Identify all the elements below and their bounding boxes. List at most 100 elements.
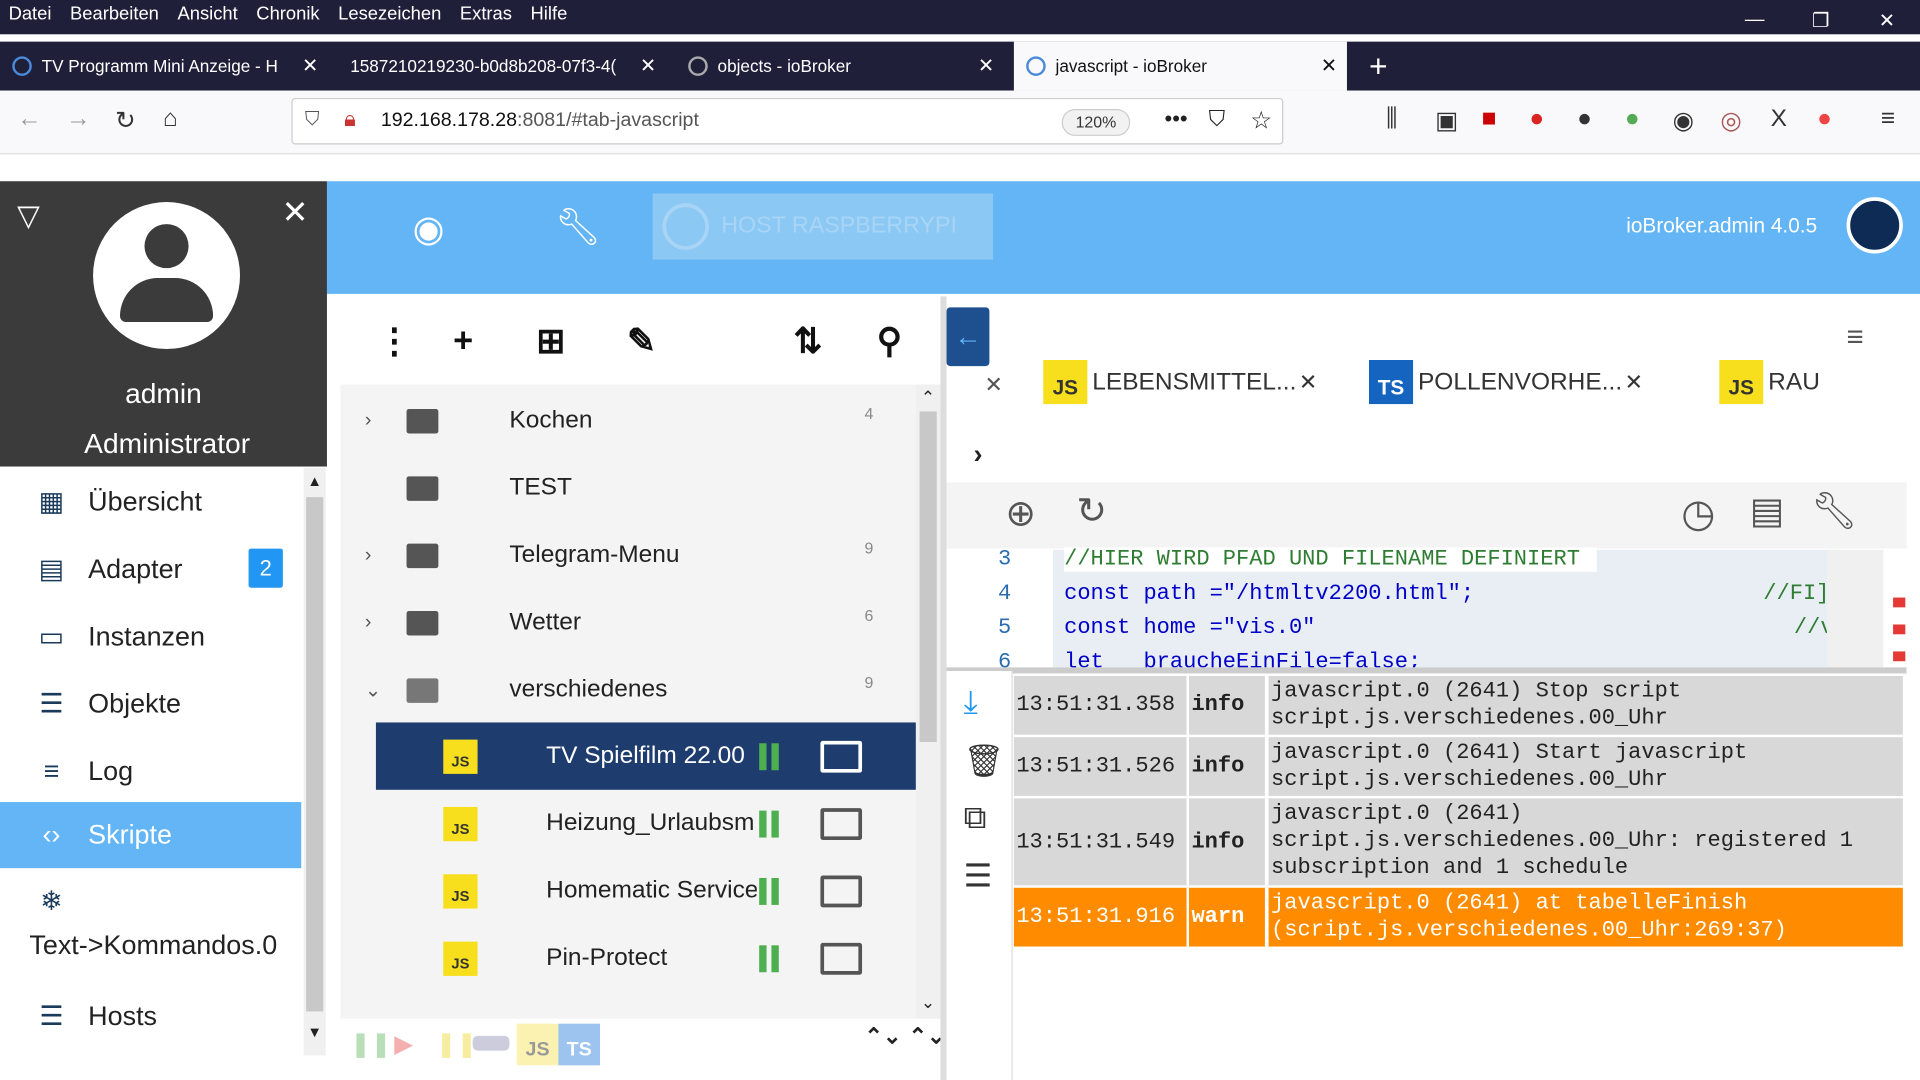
chevron-right-icon[interactable]: ›	[365, 612, 372, 634]
editor-tab[interactable]: JS RAU	[1719, 355, 1822, 409]
filter-js-button[interactable]: JS	[516, 1023, 559, 1066]
addon-icon[interactable]: ●	[1817, 105, 1832, 133]
tree-folder[interactable]: › Telegram-Menu 9	[340, 522, 916, 589]
export-icon[interactable]	[820, 740, 863, 773]
sidebar-item-adapter[interactable]: ▤ Adapter 2	[0, 536, 301, 602]
pause-state-icon[interactable]	[759, 742, 781, 770]
forward-icon[interactable]: →	[66, 105, 90, 133]
add-script-icon[interactable]: +	[453, 321, 473, 360]
search-icon[interactable]: ⚲	[877, 321, 902, 361]
export-icon[interactable]	[820, 874, 863, 907]
scroll-down-icon[interactable]: ▼	[307, 1024, 322, 1041]
restart-icon[interactable]: ↻	[1076, 490, 1107, 533]
pocket-icon[interactable]: ⛉	[1209, 107, 1226, 133]
editor-tab[interactable]: JS LEBENSMITTEL... ✕	[1043, 355, 1317, 409]
hamburger-menu-icon[interactable]: ≡	[1881, 105, 1895, 133]
bookmark-star-icon[interactable]: ☆	[1250, 105, 1272, 136]
editor-tab[interactable]: TS POLLENVORHE... ✕	[1368, 355, 1643, 409]
collapse-tree-button[interactable]: ←	[946, 307, 990, 367]
close-tab-icon[interactable]: ✕	[984, 372, 1002, 398]
close-tab-icon[interactable]: ✕	[1299, 369, 1317, 395]
delete-icon[interactable]: 🗑︎	[964, 742, 1004, 780]
browser-tab-active[interactable]: javascript - ioBroker ✕	[1013, 41, 1347, 91]
copy-icon[interactable]: ⧉	[964, 798, 987, 837]
tree-folder[interactable]: TEST	[340, 454, 916, 521]
url-bar[interactable]: ⛉ 🔒︎ 192.168.178.28:8081/#tab-javascript…	[291, 97, 1284, 145]
tree-folder-open[interactable]: ⌄ verschiedenes 9	[340, 656, 916, 723]
menu-bearbeiten[interactable]: Bearbeiten	[70, 4, 159, 25]
pause-state-icon[interactable]	[759, 944, 781, 972]
home-icon[interactable]: ⌂	[163, 105, 178, 133]
add-folder-icon[interactable]: ⊞	[536, 321, 565, 361]
edit-icon[interactable]: ✎	[627, 321, 656, 361]
pdf-addon-icon[interactable]: ■	[1482, 105, 1497, 133]
library-icon[interactable]: ⫼	[1386, 105, 1397, 133]
menu-hilfe[interactable]: Hilfe	[531, 4, 568, 25]
chevron-right-icon[interactable]: ›	[365, 544, 372, 566]
wrench-icon[interactable]: 🔧︎	[1811, 490, 1858, 533]
browser-tab[interactable]: objects - ioBroker ✕	[676, 42, 1004, 91]
collapse-all-icon[interactable]: ⌃⌄	[864, 1024, 901, 1050]
chevron-right-icon[interactable]: ›	[365, 410, 372, 432]
back-icon[interactable]: ←	[17, 105, 41, 133]
sort-icon[interactable]: ⇅	[793, 321, 822, 361]
account-icon[interactable]: ◉	[1673, 105, 1694, 136]
download-icon[interactable]: ⤓	[964, 683, 978, 722]
close-tab-icon[interactable]: ✕	[302, 54, 318, 78]
sidebar-scrollbar[interactable]: ▲ ▼	[303, 467, 326, 1056]
chevron-right-icon[interactable]: ›	[973, 438, 982, 470]
menu-extras[interactable]: Extras	[460, 4, 512, 25]
sidebar-item-instanzen[interactable]: ▭ Instanzen	[0, 604, 301, 670]
menu-chronik[interactable]: Chronik	[256, 4, 319, 25]
addon-icon[interactable]: ●	[1577, 105, 1592, 133]
close-tab-icon[interactable]: ✕	[1321, 54, 1337, 78]
tree-script[interactable]: JS Heizung_Urlaubsm	[340, 790, 916, 857]
tree-folder[interactable]: › Kochen 4	[340, 387, 916, 454]
close-tab-icon[interactable]: ✕	[978, 54, 994, 78]
filter-blockly-icon[interactable]	[472, 1035, 510, 1051]
scroll-up-icon[interactable]: ▲	[307, 473, 322, 490]
url-text[interactable]: 192.168.178.28:8081/#tab-javascript	[381, 110, 699, 132]
sidebar-item-text-kommandos[interactable]: ❄ Text->Kommandos.0	[0, 873, 301, 971]
sidebar-icon[interactable]: ▣	[1435, 105, 1458, 136]
menu-lesezeichen[interactable]: Lesezeichen	[338, 4, 441, 25]
more-vert-icon[interactable]: ⋮	[377, 321, 411, 361]
clipboard-icon[interactable]: ▤	[1750, 490, 1785, 533]
close-tab-icon[interactable]: ✕	[640, 54, 656, 78]
close-drawer-icon[interactable]: ✕	[282, 193, 309, 231]
sidebar-item-hosts[interactable]: ☰ Hosts	[0, 983, 301, 1049]
zoom-level[interactable]: 120%	[1061, 108, 1131, 136]
host-selector[interactable]: HOST RASPBERRYPI	[652, 193, 994, 260]
sidebar-item-objekte[interactable]: ☰ Objekte	[0, 671, 301, 737]
browser-tab[interactable]: TV Programm Mini Anzeige - H ✕	[0, 42, 328, 91]
reload-icon[interactable]: ↻	[115, 105, 136, 136]
addon-x-icon[interactable]: X	[1771, 105, 1787, 133]
new-tab-icon[interactable]: +	[1357, 42, 1406, 91]
shield-icon[interactable]: ⛉	[305, 109, 320, 131]
scroll-up-icon[interactable]: ⌃	[921, 387, 935, 408]
addon-icon[interactable]: ◎	[1720, 105, 1741, 136]
export-icon[interactable]	[820, 942, 863, 975]
menu-datei[interactable]: Datei	[9, 4, 52, 25]
filter-running-icon[interactable]: ▶	[394, 1029, 413, 1060]
tree-script[interactable]: JS Pin-Protect	[340, 924, 916, 991]
restore-icon[interactable]: ❐	[1788, 0, 1854, 42]
menu-ansicht[interactable]: Ansicht	[177, 4, 237, 25]
tree-folder[interactable]: › Wetter 6	[340, 589, 916, 656]
avatar[interactable]	[93, 202, 241, 349]
pause-state-icon[interactable]	[759, 877, 781, 905]
target-icon[interactable]: ⊕	[1005, 492, 1036, 535]
tree-scrollbar[interactable]: ⌃ ⌄	[915, 384, 941, 1019]
wrench-icon[interactable]: 🔧︎	[555, 206, 602, 249]
sort-tabs-icon[interactable]: ≡	[1847, 321, 1864, 355]
sidebar-item-uebersicht[interactable]: ▦ Übersicht	[0, 469, 301, 535]
code-minimap[interactable]	[1826, 549, 1884, 668]
sidebar-item-skripte[interactable]: ‹› Skripte	[0, 802, 302, 869]
filter-paused-icon[interactable]: ❚❚	[350, 1029, 391, 1060]
tree-script[interactable]: JS Homematic Service	[340, 857, 916, 924]
log-detail-icon[interactable]: ☰	[964, 857, 993, 895]
insecure-lock-icon[interactable]: 🔒︎	[344, 107, 356, 133]
close-tab-icon[interactable]: ✕	[1625, 369, 1643, 395]
addon-icon[interactable]: ●	[1625, 105, 1640, 133]
eye-icon[interactable]: ◉	[413, 208, 445, 251]
